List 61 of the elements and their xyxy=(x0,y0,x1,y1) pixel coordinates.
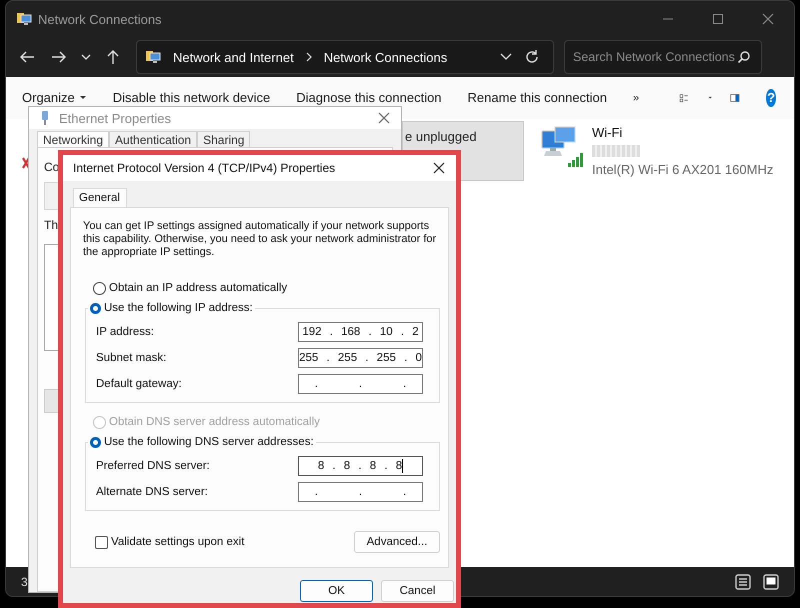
large-icons-view-icon[interactable] xyxy=(762,572,780,590)
address-bar[interactable]: Network and Internet Network Connections xyxy=(136,40,554,74)
text-cursor xyxy=(402,459,404,473)
ip-address-field[interactable]: 192 . 168 . 10 . 2 xyxy=(298,322,423,342)
breadcrumb-item[interactable]: Network and Internet xyxy=(173,50,294,64)
radio-button[interactable] xyxy=(90,302,101,314)
list-label: Th xyxy=(44,218,58,232)
ip-address-field[interactable]: . . . xyxy=(298,374,423,394)
search-placeholder: Search Network Connections xyxy=(573,50,735,64)
connection-status: e unplugged xyxy=(405,130,477,144)
search-field[interactable]: Search Network Connections xyxy=(564,40,762,74)
redaction-bar xyxy=(592,145,640,157)
chevron-right-icon xyxy=(304,51,314,63)
toolbar-command[interactable]: Diagnose this connection xyxy=(292,89,446,107)
search-icon[interactable] xyxy=(737,50,751,64)
checkbox[interactable] xyxy=(95,536,108,548)
field-label: Preferred DNS server: xyxy=(96,460,210,472)
radio-button[interactable] xyxy=(90,436,101,448)
field-label: Alternate DNS server: xyxy=(96,486,208,498)
window-title: Network Connections xyxy=(38,12,163,26)
ethernet-plug-icon xyxy=(39,110,51,126)
tab[interactable]: Sharing xyxy=(197,131,250,147)
checkbox-label: Validate settings upon exit xyxy=(111,536,244,548)
radio-button[interactable] xyxy=(93,282,106,294)
option-label: Obtain DNS server address automatically xyxy=(109,416,320,428)
ip-address-field[interactable]: 255 . 255 . 255 . 0 xyxy=(298,348,423,368)
network-folder-icon xyxy=(145,49,163,65)
dialog-title: Internet Protocol Version 4 (TCP/IPv4) Properties xyxy=(73,161,336,175)
adapter-name: Intel(R) Wi-Fi 6 AX201 160MHz xyxy=(592,162,774,177)
breadcrumb-item[interactable]: Network Connections xyxy=(324,50,448,64)
tab[interactable]: General xyxy=(73,188,127,207)
more-commands-button[interactable]: » xyxy=(629,89,644,107)
option-label: Obtain an IP address automatically xyxy=(109,282,288,294)
connection-item[interactable]: Wi-Fi Intel(R) Wi-Fi 6 AX201 160MHz xyxy=(534,121,778,181)
ip-address-field[interactable]: . . . xyxy=(298,482,423,502)
error-x-icon xyxy=(22,157,30,169)
tab[interactable]: Networking xyxy=(37,131,110,147)
advanced-button[interactable]: Advanced... xyxy=(354,531,440,553)
dialog-title: Ethernet Properties xyxy=(59,110,172,126)
dialog-button[interactable]: OK xyxy=(300,580,373,602)
tab[interactable]: Authentication xyxy=(109,131,198,147)
field-label: Subnet mask: xyxy=(96,352,166,364)
caret-icon xyxy=(78,95,87,101)
field-label: IP address: xyxy=(96,326,154,338)
option-label: Use the following IP address: xyxy=(104,302,253,314)
connection-name: Wi-Fi xyxy=(592,125,624,140)
caret-icon[interactable] xyxy=(708,95,712,101)
close-icon[interactable] xyxy=(432,161,446,175)
network-folder-icon xyxy=(16,11,32,27)
help-button[interactable]: ? xyxy=(766,89,776,107)
field-label: Default gateway: xyxy=(96,378,182,390)
dialog-button[interactable]: Cancel xyxy=(381,580,454,602)
toolbar-command[interactable]: Rename this connection xyxy=(464,89,612,107)
item-count: 3 xyxy=(21,574,28,588)
toolbar-command[interactable]: Disable this network device xyxy=(108,89,274,107)
option-label: Use the following DNS server addresses: xyxy=(104,436,314,448)
chevron-down-icon[interactable] xyxy=(499,52,513,62)
toolbar-command[interactable]: Organize xyxy=(18,89,91,107)
details-view-icon[interactable] xyxy=(734,572,752,590)
ip-address-field[interactable]: 8 . 8 . 8 . 8 xyxy=(298,456,423,476)
description-text: You can get IP settings assigned automatically if your network supports this capability. Otherwise, you need to ask your network administrator for the appropriate IP settings. xyxy=(83,220,438,259)
